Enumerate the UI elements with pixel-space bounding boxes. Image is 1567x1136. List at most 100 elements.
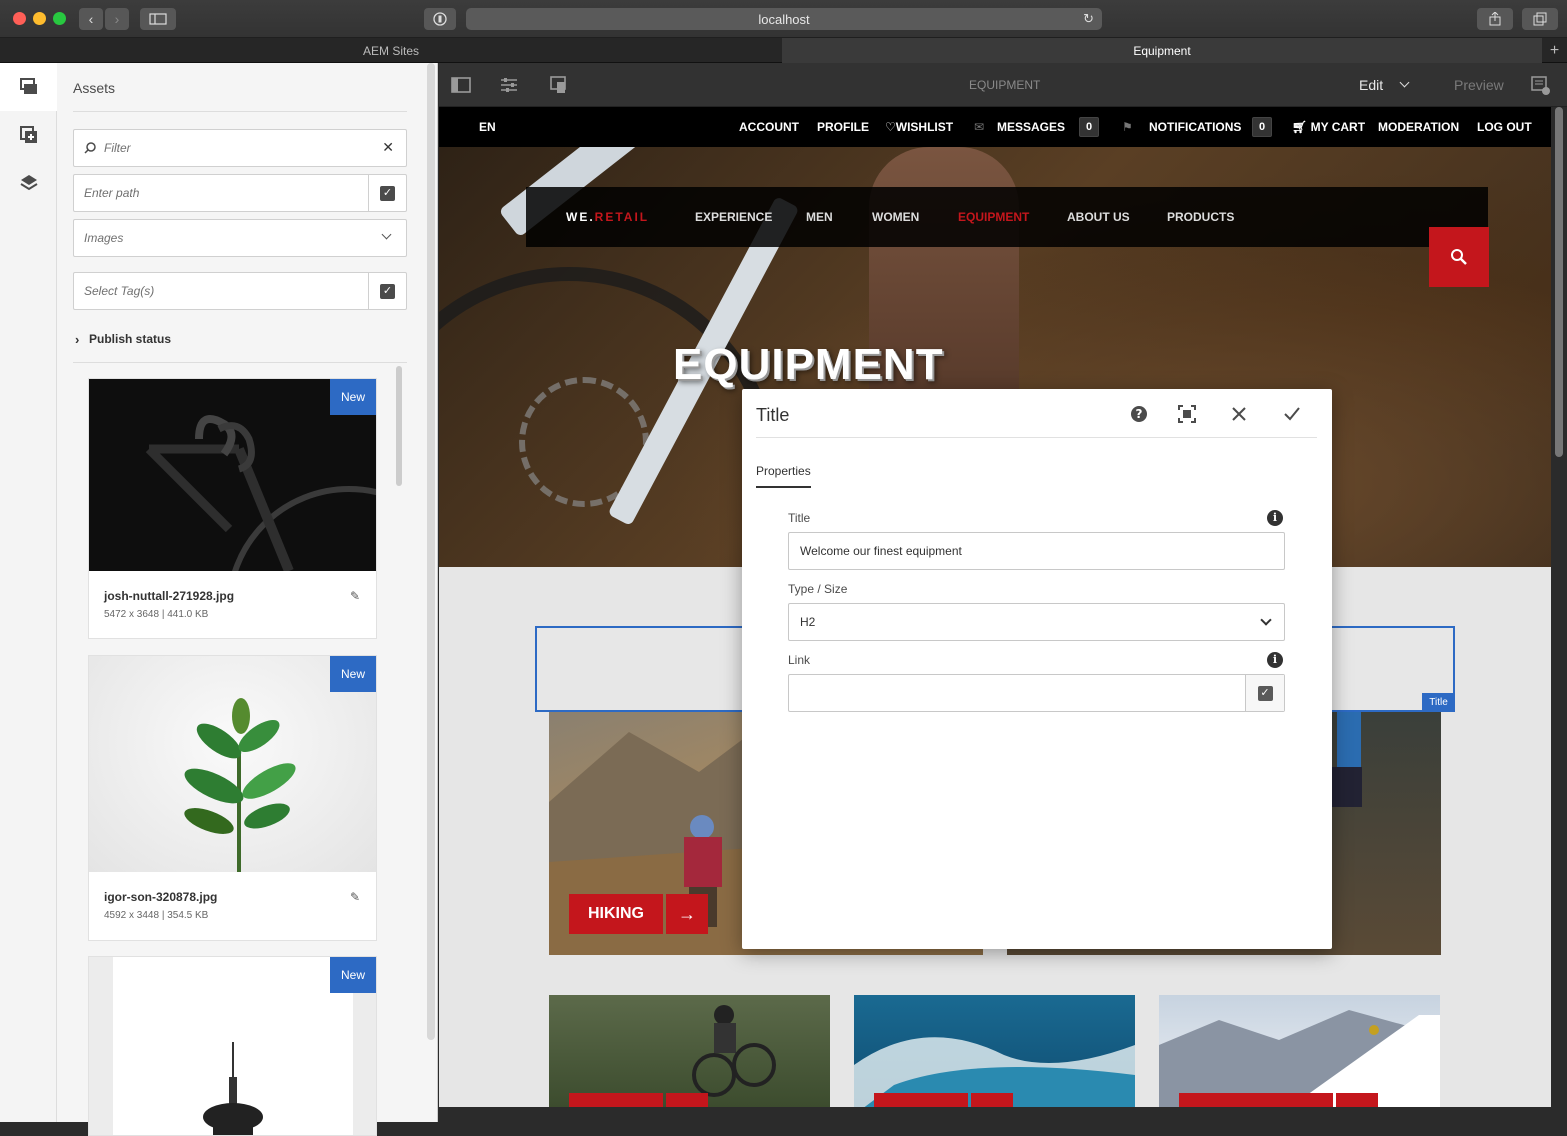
zoom-window-button[interactable] xyxy=(53,12,66,25)
tags-placeholder: Select Tag(s) xyxy=(84,284,155,298)
surfing-image xyxy=(854,1037,1135,1107)
arrow-right-icon[interactable]: → xyxy=(666,894,708,934)
tab-equipment[interactable]: Equipment xyxy=(782,38,1542,63)
forward-button[interactable]: › xyxy=(105,8,129,30)
profile-link[interactable]: PROFILE xyxy=(817,120,869,134)
window-titlebar: ‹ › localhost ↻ xyxy=(0,0,1567,38)
arrow-right-icon[interactable] xyxy=(1336,1093,1378,1107)
page-title: EQUIPMENT xyxy=(969,78,1041,92)
info-icon[interactable]: i xyxy=(1267,510,1283,526)
layers-icon xyxy=(19,175,38,191)
moderation-link[interactable]: MODERATION xyxy=(1378,120,1459,134)
type-size-select[interactable]: H2 xyxy=(788,603,1285,641)
account-link[interactable]: ACCOUNT xyxy=(739,120,799,134)
biking-tile[interactable] xyxy=(549,995,830,1107)
nav-products[interactable]: PRODUCTS xyxy=(1167,210,1234,224)
fullscreen-button[interactable] xyxy=(1176,403,1198,425)
messages-count: 0 xyxy=(1079,117,1099,137)
toggle-side-panel-button[interactable] xyxy=(451,76,471,99)
help-button[interactable]: ? xyxy=(1128,403,1150,425)
publish-status-toggle[interactable]: › Publish status xyxy=(75,332,172,347)
tags-browse-button[interactable]: ✓ xyxy=(368,273,406,309)
asset-type-select[interactable]: Images xyxy=(73,219,407,257)
mode-selector[interactable]: Edit xyxy=(1359,77,1410,93)
share-button[interactable] xyxy=(1477,8,1513,30)
type-size-value: H2 xyxy=(800,615,816,629)
filter-input[interactable]: Filter ✕ xyxy=(73,129,407,167)
cart-link[interactable]: 🛒︎ MY CART xyxy=(1292,120,1365,134)
nav-equipment[interactable]: EQUIPMENT xyxy=(958,210,1029,224)
nav-men[interactable]: MEN xyxy=(806,210,833,224)
logout-link[interactable]: LOG OUT xyxy=(1477,120,1532,134)
annotations-button[interactable] xyxy=(1531,76,1551,101)
done-button[interactable] xyxy=(1281,403,1303,425)
nav-experience[interactable]: EXPERIENCE xyxy=(695,210,772,224)
tabs-overview-button[interactable] xyxy=(1522,8,1558,30)
surfing-button[interactable] xyxy=(874,1093,968,1107)
privacy-report-button[interactable] xyxy=(424,8,456,30)
publish-status-label: Publish status xyxy=(89,332,172,346)
wishlist-link[interactable]: ♡WISHLIST xyxy=(885,120,953,134)
close-window-button[interactable] xyxy=(13,12,26,25)
components-rail-button[interactable] xyxy=(0,111,57,159)
skiing-tile[interactable] xyxy=(1159,995,1440,1107)
asset-card[interactable]: New xyxy=(88,956,377,1136)
hiking-button[interactable]: HIKING xyxy=(569,894,663,934)
arrow-right-icon[interactable] xyxy=(666,1093,708,1107)
biking-button[interactable] xyxy=(569,1093,663,1107)
assets-rail-button[interactable] xyxy=(0,63,57,111)
sidebar-toggle-button[interactable] xyxy=(140,8,176,30)
language-selector[interactable]: EN xyxy=(479,120,496,134)
asset-meta: 5472 x 3648 | 441.0 KB xyxy=(104,609,209,620)
edit-pencil-icon[interactable]: ✎ xyxy=(350,589,360,603)
emulator-button[interactable] xyxy=(549,76,569,99)
notifications-link[interactable]: NOTIFICATIONS xyxy=(1149,120,1241,134)
asset-type-value: Images xyxy=(84,231,124,245)
main-nav: WE.RETAIL EXPERIENCE MEN WOMEN EQUIPMENT… xyxy=(526,187,1488,247)
panel-scrollbar[interactable] xyxy=(427,63,435,1040)
edit-pencil-icon[interactable]: ✎ xyxy=(350,890,360,904)
chevron-down-icon xyxy=(381,229,392,240)
page-scrollbar[interactable] xyxy=(1555,107,1563,457)
tags-input[interactable]: Select Tag(s) ✓ xyxy=(73,272,407,310)
tab-properties[interactable]: Properties xyxy=(756,464,811,478)
minimize-window-button[interactable] xyxy=(33,12,46,25)
path-placeholder: Enter path xyxy=(84,186,140,200)
side-panel-icon xyxy=(451,77,471,93)
cancel-button[interactable] xyxy=(1228,403,1250,425)
assets-scrollbar[interactable] xyxy=(396,366,402,486)
path-input[interactable]: Enter path ✓ xyxy=(73,174,407,212)
messages-link[interactable]: MESSAGES xyxy=(997,120,1065,134)
chevron-right-icon: › xyxy=(114,11,120,27)
surfing-tile[interactable] xyxy=(854,995,1135,1107)
asset-card[interactable]: New igor-son-320878.jpg 4592 x 3448 | 35… xyxy=(88,655,377,941)
checkmark-icon: ✓ xyxy=(1257,685,1273,701)
skiing-button[interactable] xyxy=(1179,1093,1333,1107)
arrow-right-icon[interactable] xyxy=(971,1093,1013,1107)
info-icon[interactable]: i xyxy=(1267,652,1283,668)
nav-about-us[interactable]: ABOUT US xyxy=(1067,210,1130,224)
new-badge: New xyxy=(330,379,376,415)
asset-filename: igor-son-320878.jpg xyxy=(104,890,218,904)
site-search-button[interactable] xyxy=(1429,227,1489,287)
link-browse-button[interactable]: ✓ xyxy=(1245,675,1284,711)
tab-aem-sites[interactable]: AEM Sites xyxy=(0,38,782,63)
reload-icon[interactable]: ↻ xyxy=(1083,11,1094,27)
asset-card[interactable]: New josh-nuttall-271928.jpg 5472 x 3648 … xyxy=(88,378,377,639)
preview-button[interactable]: Preview xyxy=(1454,77,1504,93)
clear-icon[interactable]: ✕ xyxy=(382,139,394,156)
nav-women[interactable]: WOMEN xyxy=(872,210,919,224)
page-properties-button[interactable] xyxy=(499,76,519,99)
site-logo[interactable]: WE.RETAIL xyxy=(566,210,649,224)
type-size-label: Type / Size xyxy=(788,582,848,596)
panel-title: Assets xyxy=(73,80,116,96)
new-tab-button[interactable]: + xyxy=(1542,38,1567,63)
content-tree-rail-button[interactable] xyxy=(0,159,57,207)
link-input[interactable]: ✓ xyxy=(788,674,1285,712)
title-input[interactable]: Welcome our finest equipment xyxy=(788,532,1285,570)
path-browse-button[interactable]: ✓ xyxy=(368,175,406,211)
address-bar[interactable]: localhost ↻ xyxy=(466,8,1102,30)
back-button[interactable]: ‹ xyxy=(79,8,103,30)
heart-icon: ♡ xyxy=(885,120,896,134)
tab-bar: AEM Sites Equipment + xyxy=(0,38,1567,63)
